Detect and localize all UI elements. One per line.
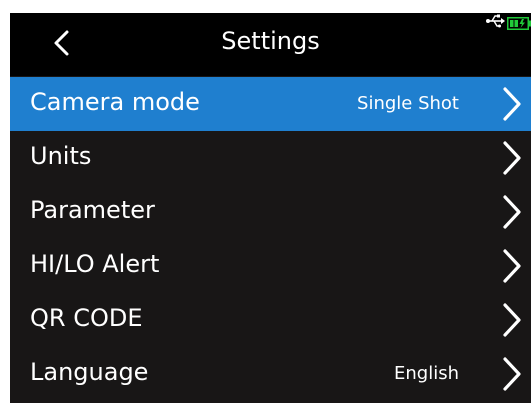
chevron-right-icon (503, 195, 521, 229)
menu-item-camera-mode[interactable]: Camera mode Single Shot (10, 77, 531, 131)
menu-item-label: Language (30, 358, 149, 386)
header-bar: Settings (10, 13, 531, 76)
menu-item-value: Single Shot (357, 93, 459, 114)
menu-item-parameter[interactable]: Parameter (10, 185, 531, 239)
chevron-right-icon (503, 141, 521, 175)
page-title: Settings (221, 27, 320, 55)
menu-item-value: English (394, 363, 459, 384)
menu-item-label: HI/LO Alert (30, 250, 160, 278)
menu-item-label: Parameter (30, 196, 155, 224)
menu-item-qr-code[interactable]: QR CODE (10, 293, 531, 347)
menu-item-label: Units (30, 142, 92, 170)
chevron-right-icon (503, 357, 521, 391)
settings-screen: Settings Camera mode Single Shot Units P… (10, 13, 531, 403)
menu-item-hi-lo-alert[interactable]: HI/LO Alert (10, 239, 531, 293)
menu-item-label: Camera mode (30, 88, 200, 116)
chevron-right-icon (503, 303, 521, 337)
menu-item-label: QR CODE (30, 304, 143, 332)
menu-item-language[interactable]: Language English (10, 347, 531, 401)
chevron-right-icon (503, 87, 521, 121)
menu-item-units[interactable]: Units (10, 131, 531, 185)
battery-charging-icon (507, 15, 531, 30)
chevron-right-icon (503, 249, 521, 283)
settings-menu: Camera mode Single Shot Units Parameter … (10, 77, 531, 401)
usb-icon (485, 13, 505, 29)
